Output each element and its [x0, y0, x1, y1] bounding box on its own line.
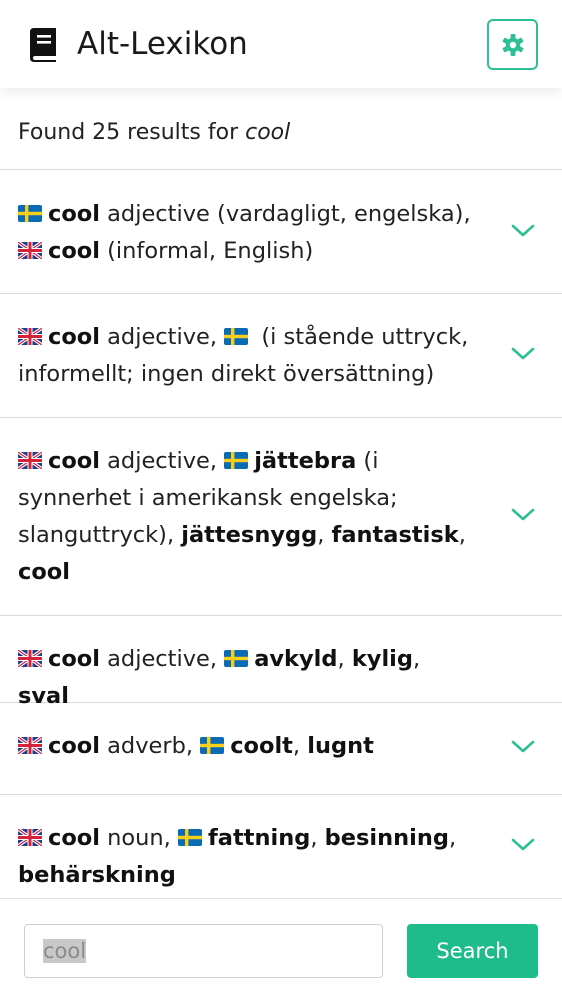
uk-flag-icon: [18, 650, 42, 667]
chevron-down-icon[interactable]: [511, 347, 535, 361]
headword: cool: [48, 646, 100, 672]
headword: cool: [18, 559, 70, 585]
entry-text: adjective,: [99, 646, 225, 672]
app: Alt-Lexikon Found 25 results for cool co…: [0, 0, 562, 1000]
result-entry-text: cool adverb, coolt, lugnt: [18, 728, 472, 765]
headword: besinning: [324, 825, 449, 851]
headword: coolt: [230, 733, 293, 759]
result-entry[interactable]: cool adverb, coolt, lugnt: [0, 703, 562, 795]
headword: avkyld: [254, 646, 338, 672]
settings-button[interactable]: [487, 19, 538, 70]
uk-flag-icon: [18, 242, 42, 259]
results-list: cool adjective (vardagligt, engelska), c…: [0, 171, 562, 899]
uk-flag-icon: [18, 829, 42, 846]
chevron-down-icon[interactable]: [511, 838, 535, 852]
headword: cool: [48, 825, 100, 851]
app-header: Alt-Lexikon: [0, 0, 562, 88]
chevron-down-icon[interactable]: [511, 224, 535, 238]
headword: cool: [48, 238, 100, 264]
result-entry-text: cool adjective, (i stående uttryck, info…: [18, 319, 472, 393]
entry-text: ,: [448, 825, 457, 851]
gear-icon: [502, 33, 523, 56]
result-entry-text: cool adjective (vardagligt, engelska), c…: [18, 196, 472, 270]
headword: cool: [48, 324, 100, 350]
sweden-flag-icon: [200, 737, 225, 754]
uk-flag-icon: [18, 452, 42, 469]
sweden-flag-icon: [177, 829, 202, 846]
entry-text: adjective (vardagligt, engelska),: [99, 201, 471, 227]
headword: behärskning: [18, 862, 176, 888]
result-entry-text: cool noun, fattning, besinning, behärskn…: [18, 820, 472, 894]
result-entry: cool adjective, avkyld, kylig, sval: [0, 616, 562, 709]
entry-text: ,: [310, 825, 325, 851]
chevron-down-icon[interactable]: [511, 508, 535, 522]
result-entry[interactable]: cool adjective, jättebra (i synnerhet i …: [0, 418, 562, 616]
entry-text: ,: [317, 522, 332, 548]
headword: cool: [48, 733, 100, 759]
headword: kylig: [351, 646, 413, 672]
entry-text: ,: [413, 646, 421, 672]
headword: cool: [48, 201, 100, 227]
search-bar: Search: [0, 898, 562, 1000]
search-button[interactable]: Search: [407, 924, 538, 978]
sweden-flag-icon: [18, 205, 42, 222]
app-title: Alt-Lexikon: [77, 26, 248, 62]
results-count-text: Found 25 results for: [18, 120, 246, 145]
headword: lugnt: [307, 733, 374, 759]
result-entry[interactable]: cool adjective, (i stående uttryck, info…: [0, 294, 562, 418]
uk-flag-icon: [18, 328, 42, 345]
uk-flag-icon: [18, 737, 42, 754]
result-entry[interactable]: cool noun, fattning, besinning, behärskn…: [0, 795, 562, 899]
headword: fantastisk: [331, 522, 459, 548]
search-input[interactable]: [24, 924, 383, 978]
entry-text: adjective,: [99, 448, 225, 474]
results-query: cool: [245, 120, 291, 145]
entry-text: adjective,: [99, 324, 225, 350]
results-summary: Found 25 results for cool: [0, 88, 562, 170]
result-entry-text: cool adjective, jättebra (i synnerhet i …: [18, 443, 472, 591]
headword: jättebra: [254, 448, 357, 474]
headword: cool: [48, 448, 100, 474]
chevron-down-icon[interactable]: [511, 740, 535, 754]
book-icon: [30, 28, 56, 62]
sweden-flag-icon: [224, 452, 249, 469]
sweden-flag-icon: [224, 328, 249, 345]
entry-text: noun,: [99, 825, 178, 851]
entry-text: ,: [337, 646, 352, 672]
entry-text: ,: [458, 522, 466, 548]
sweden-flag-icon: [224, 650, 249, 667]
headword: jättesnygg: [181, 522, 318, 548]
entry-text: adverb,: [99, 733, 201, 759]
entry-text: (informal, English): [99, 238, 314, 264]
entry-text: ,: [292, 733, 308, 759]
result-entry[interactable]: cool adjective (vardagligt, engelska), c…: [0, 171, 562, 294]
headword: fattning: [207, 825, 311, 851]
